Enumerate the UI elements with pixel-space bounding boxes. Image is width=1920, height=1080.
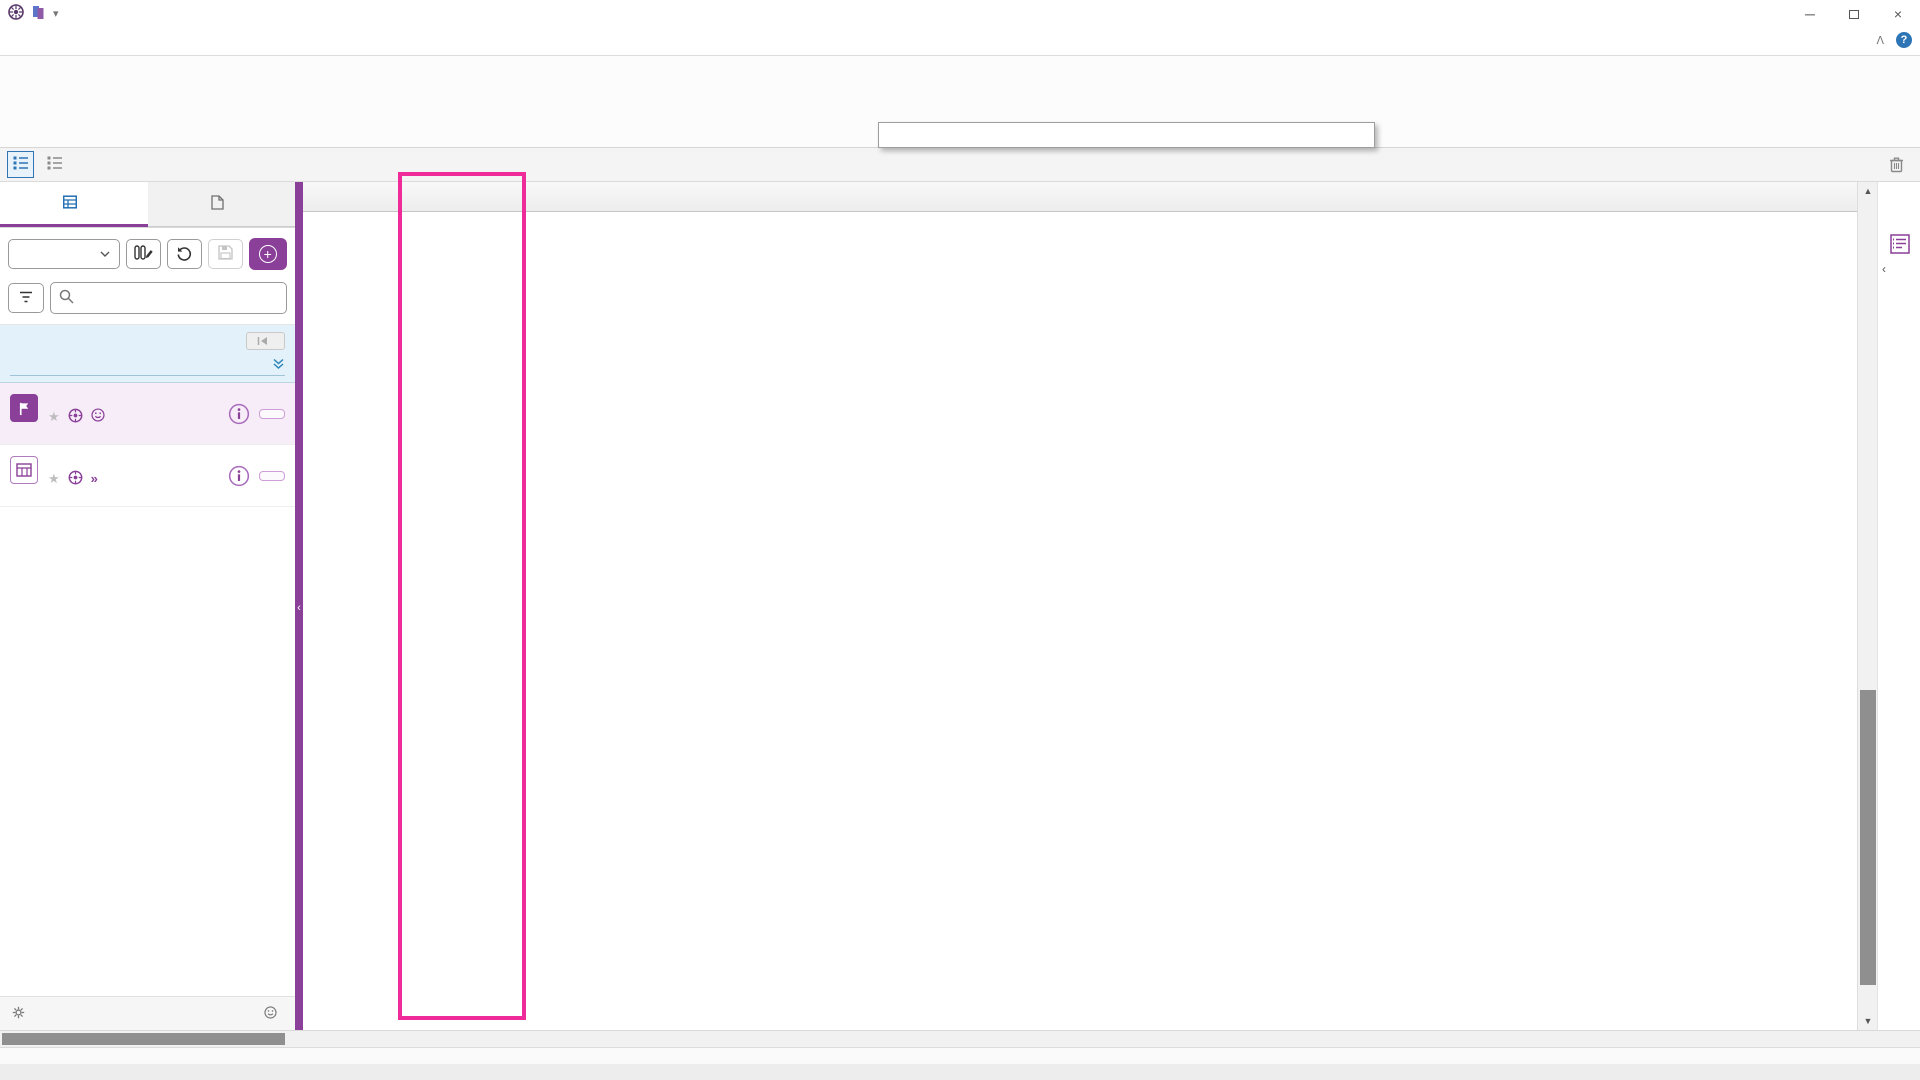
application-window: ▾ ─ × ᐱ ? — [0, 0, 1920, 1080]
suggest-smiley-icon — [264, 1006, 277, 1022]
views-icon — [63, 195, 77, 212]
scroll-up-icon[interactable]: ▲ — [1858, 182, 1878, 200]
view-list-item-ytria-default[interactable]: ★ — [0, 383, 295, 445]
scroll-down-icon[interactable]: ▼ — [1858, 1012, 1878, 1030]
search-input-wrap[interactable] — [50, 282, 287, 314]
view-info-button[interactable] — [227, 402, 251, 426]
hierarchy-list-icon — [13, 156, 29, 173]
close-button[interactable]: × — [1876, 0, 1920, 28]
filter-views-button[interactable] — [8, 283, 44, 313]
maximize-icon — [1849, 10, 1859, 19]
previous-icon — [257, 336, 269, 346]
collapse-sidebar-icon[interactable]: ‹ — [295, 602, 303, 614]
grid-view-hierarchy-button[interactable] — [7, 151, 34, 178]
vertical-scrollbar[interactable]: ▲ ▼ — [1857, 182, 1877, 1030]
status-bar — [0, 1047, 1920, 1064]
columns-pen-icon — [134, 245, 153, 264]
chevron-right-icon[interactable]: » — [91, 471, 98, 486]
sidebar-splitter[interactable]: ‹ — [295, 182, 303, 1030]
reapply-view-button[interactable] — [259, 409, 285, 419]
grid-view-flat-button[interactable] — [41, 151, 68, 178]
rotate-ccw-icon — [176, 245, 192, 264]
ytria-badge-icon — [68, 408, 83, 426]
tooltip — [878, 122, 1375, 148]
flag-icon — [10, 394, 38, 422]
horizontal-scrollbar[interactable] — [0, 1030, 1920, 1047]
data-grid — [303, 182, 1857, 1030]
ytria-badge-icon — [68, 470, 83, 488]
previous-view-button — [246, 332, 285, 350]
flat-list-icon — [47, 156, 63, 173]
sidebar: + — [0, 182, 295, 1030]
panel-chevron-icon[interactable]: ‹ — [1882, 262, 1886, 276]
manage-views-button[interactable] — [12, 1006, 31, 1022]
scrollbar-thumb[interactable] — [1860, 690, 1876, 985]
active-view-panel — [0, 325, 295, 383]
tab-jobs[interactable] — [148, 182, 296, 227]
window-title — [0, 0, 1920, 28]
view-list-item-group-licensing-info[interactable]: ★ » — [0, 445, 295, 507]
smiley-icon — [91, 408, 105, 425]
ribbon-collapse-icon[interactable]: ᐱ — [1876, 34, 1884, 47]
table-view-icon — [10, 456, 38, 484]
gear-icon — [12, 1006, 25, 1022]
favorite-star-icon[interactable]: ★ — [48, 409, 60, 425]
right-panel-strip: ‹ — [1877, 182, 1920, 1030]
jobs-icon — [211, 195, 224, 213]
chevron-down-icon — [100, 251, 110, 257]
search-icon — [59, 289, 74, 307]
minimize-button[interactable]: ─ — [1788, 0, 1832, 28]
favorite-star-icon[interactable]: ★ — [48, 471, 60, 487]
floppy-icon — [218, 245, 233, 263]
trash-icon[interactable] — [1889, 156, 1904, 176]
grouping-zone[interactable] — [0, 148, 1920, 182]
filter-icon — [19, 291, 33, 306]
view-set-select[interactable] — [8, 239, 120, 269]
add-view-button[interactable]: + — [249, 238, 287, 270]
search-input[interactable] — [81, 290, 278, 307]
ribbon-tab-bar — [0, 28, 1920, 56]
hint-bar — [0, 1064, 1920, 1080]
maximize-button[interactable] — [1832, 0, 1876, 28]
help-icon[interactable]: ? — [1896, 32, 1912, 48]
plus-icon: + — [259, 245, 277, 263]
tab-views[interactable] — [0, 182, 148, 227]
chevron-double-down-icon[interactable] — [272, 358, 285, 373]
edit-columns-button[interactable] — [126, 239, 161, 269]
reset-view-button[interactable] — [167, 239, 202, 269]
apply-view-button[interactable] — [259, 471, 285, 481]
column-panel-toggle-icon[interactable] — [1890, 234, 1910, 257]
save-view-button — [208, 239, 243, 269]
grid-header — [303, 182, 1857, 212]
view-info-button[interactable] — [227, 464, 251, 488]
scrollbar-thumb[interactable] — [2, 1033, 285, 1045]
title-bar: ▾ ─ × — [0, 0, 1920, 28]
suggest-view-button[interactable] — [264, 1006, 283, 1022]
